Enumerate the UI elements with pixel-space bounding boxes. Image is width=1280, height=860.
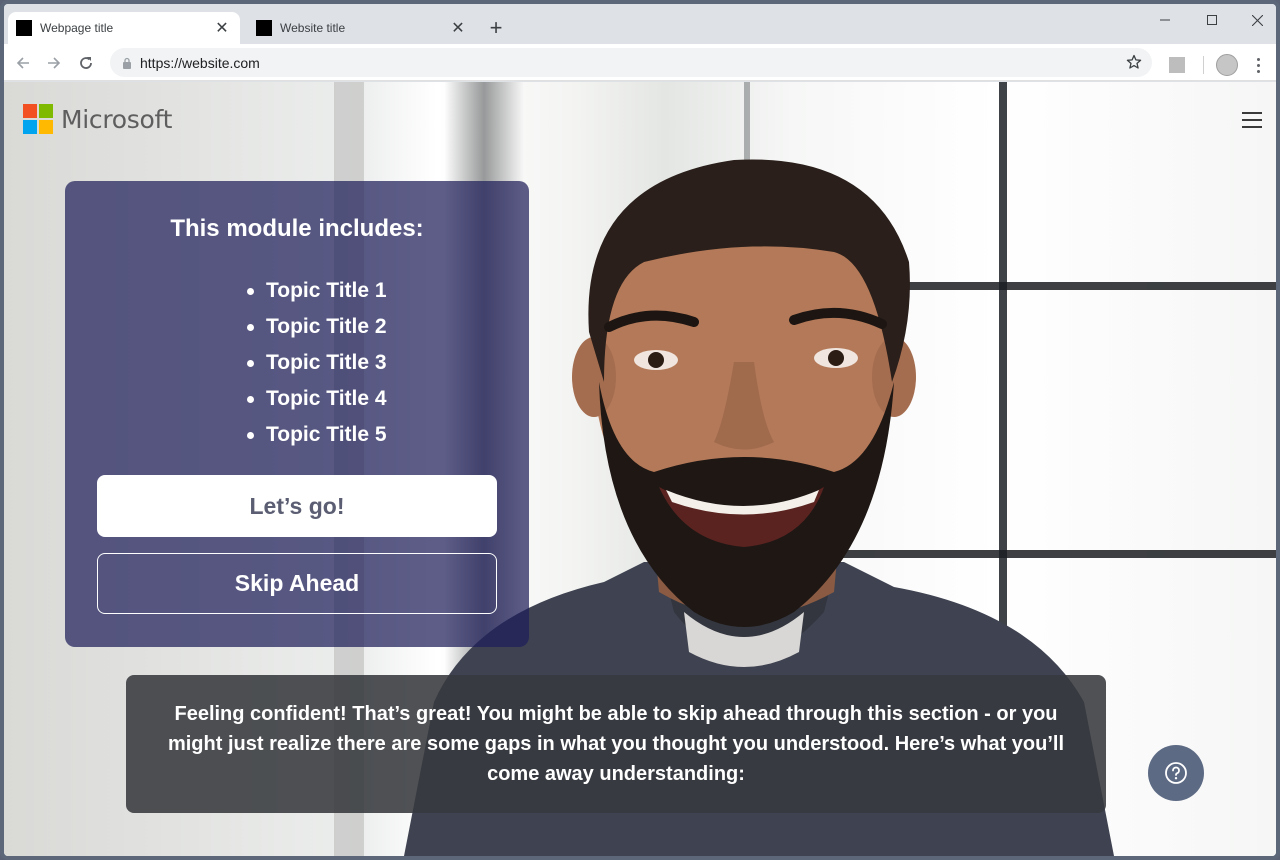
tab-title: Website title xyxy=(280,21,346,35)
module-card: This module includes: Topic Title 1 Topi… xyxy=(65,181,529,647)
profile-icon[interactable] xyxy=(1216,54,1238,76)
extension-icon[interactable] xyxy=(1169,57,1185,73)
question-mark-icon xyxy=(1165,762,1187,784)
page-viewport: Microsoft This module includes: Topic Ti… xyxy=(4,82,1276,856)
browser-window: Webpage title ✕ Website title ✕ + https:… xyxy=(0,0,1280,860)
close-window-icon[interactable] xyxy=(1242,10,1272,30)
favicon-icon xyxy=(256,20,272,36)
topic-item: Topic Title 5 xyxy=(247,417,387,453)
reload-icon[interactable] xyxy=(75,52,97,74)
close-tab-icon[interactable]: ✕ xyxy=(450,20,466,37)
caption-box: Feeling confident! That’s great! You mig… xyxy=(126,675,1106,813)
tab-website[interactable]: Website title ✕ xyxy=(248,12,476,44)
skip-ahead-button[interactable]: Skip Ahead xyxy=(97,553,497,614)
favicon-icon xyxy=(16,20,32,36)
topic-list: Topic Title 1 Topic Title 2 Topic Title … xyxy=(247,273,387,453)
tab-title: Webpage title xyxy=(40,21,114,35)
address-bar[interactable]: https://website.com xyxy=(110,48,1152,77)
brand-name: Microsoft xyxy=(61,104,173,134)
topic-item: Topic Title 4 xyxy=(247,381,387,417)
toolbar-divider xyxy=(1203,56,1204,74)
browser-toolbar: https://website.com xyxy=(4,44,1276,81)
forward-arrow-icon[interactable] xyxy=(43,52,65,74)
module-title: This module includes: xyxy=(170,215,424,242)
back-arrow-icon[interactable] xyxy=(12,52,34,74)
new-tab-icon[interactable]: + xyxy=(484,15,508,40)
lets-go-button[interactable]: Let’s go! xyxy=(97,475,497,537)
caption-text: Feeling confident! That’s great! You mig… xyxy=(167,703,1065,785)
microsoft-squares-icon xyxy=(23,104,53,134)
maximize-icon[interactable] xyxy=(1197,10,1227,30)
minimize-icon[interactable] xyxy=(1150,10,1180,30)
microsoft-logo[interactable]: Microsoft xyxy=(23,104,172,134)
help-button[interactable] xyxy=(1148,745,1204,801)
topic-item: Topic Title 2 xyxy=(247,309,387,345)
tab-strip: Webpage title ✕ Website title ✕ + xyxy=(4,4,1276,44)
tab-webpage[interactable]: Webpage title ✕ xyxy=(8,12,240,44)
topic-item: Topic Title 3 xyxy=(247,345,387,381)
close-tab-icon[interactable]: ✕ xyxy=(214,20,230,37)
hamburger-menu-icon[interactable] xyxy=(1242,112,1262,128)
lock-icon xyxy=(123,57,131,69)
more-menu-icon[interactable] xyxy=(1248,54,1268,76)
star-icon[interactable] xyxy=(1126,54,1142,70)
topic-item: Topic Title 1 xyxy=(247,273,387,309)
url-text: https://website.com xyxy=(140,54,260,71)
